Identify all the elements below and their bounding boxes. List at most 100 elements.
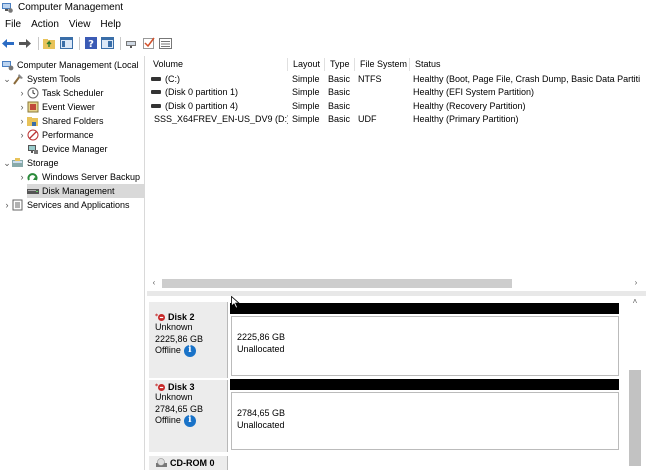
export-list-icon[interactable] — [158, 36, 173, 51]
tree-item-event-viewer[interactable]: › Event Viewer — [17, 100, 95, 114]
disk-label[interactable]: * Disk 2 Unknown 2225,86 GB Offline i — [149, 302, 228, 378]
partition-label: Unallocated — [237, 420, 285, 430]
window-title: Computer Management — [18, 2, 124, 13]
column-header-file-system[interactable]: File System — [355, 58, 410, 71]
scroll-up-arrow-icon[interactable]: ˄ — [628, 296, 642, 308]
menu-help[interactable]: Help — [95, 19, 126, 30]
shared-folder-icon — [27, 117, 38, 126]
tree-item-device-manager[interactable]: Device Manager — [27, 142, 108, 156]
chevron-right-icon[interactable]: › — [17, 130, 27, 140]
tree-item-task-scheduler[interactable]: › Task Scheduler — [17, 86, 104, 100]
disk-state: Offline i — [155, 415, 227, 427]
chevron-down-icon[interactable]: ⌄ — [2, 74, 12, 85]
chevron-right-icon[interactable]: › — [17, 116, 27, 126]
layout-cell: Simple — [292, 114, 320, 125]
table-row[interactable]: (C:) Simple Basic NTFS Healthy (Boot, Pa… — [148, 72, 645, 86]
tree-item-system-tools[interactable]: ⌄ System Tools — [2, 72, 80, 86]
up-folder-icon[interactable] — [42, 36, 57, 51]
help-icon[interactable]: ? — [83, 36, 98, 51]
tree-label: Computer Management (Local — [17, 60, 139, 70]
column-header-layout[interactable]: Layout — [288, 58, 325, 71]
table-row[interactable]: (Disk 0 partition 4) Simple Basic Health… — [148, 99, 645, 113]
column-header-status[interactable]: Status — [410, 58, 645, 71]
computer-management-icon — [2, 61, 14, 71]
storage-icon — [12, 158, 23, 167]
unallocated-partition[interactable]: 2784,65 GB Unallocated — [231, 392, 619, 450]
check-icon[interactable] — [141, 36, 156, 51]
svg-text:?: ? — [88, 39, 94, 49]
file-system-cell: UDF — [358, 114, 377, 125]
chevron-right-icon[interactable]: › — [17, 102, 27, 112]
drive-icon — [151, 90, 161, 95]
tree-label: Disk Management — [42, 186, 115, 196]
back-arrow-icon[interactable] — [1, 36, 16, 51]
menu-file[interactable]: File — [0, 19, 26, 30]
performance-icon — [27, 129, 39, 141]
tree-label: Services and Applications — [27, 200, 130, 210]
toolbar: ? — [0, 34, 646, 52]
tree-label: Event Viewer — [42, 102, 95, 112]
services-icon — [12, 199, 23, 211]
horizontal-scrollbar[interactable]: ‹ › — [148, 277, 642, 289]
disk-row-cdrom[interactable]: CD-ROM 0 — [149, 456, 228, 470]
volume-cell: (Disk 0 partition 4) — [148, 101, 288, 111]
backup-icon — [27, 173, 38, 181]
column-header-type[interactable]: Type — [325, 58, 355, 71]
chevron-right-icon[interactable]: › — [17, 172, 27, 182]
scrollbar-thumb[interactable] — [162, 279, 512, 288]
disk-capacity-bar — [230, 379, 619, 390]
menu-view[interactable]: View — [64, 19, 96, 30]
tree-item-performance[interactable]: › Performance — [17, 128, 94, 142]
type-cell: Basic — [328, 100, 351, 111]
tree-item-computer-management[interactable]: Computer Management (Local — [2, 58, 139, 72]
tree-item-windows-server-backup[interactable]: › Windows Server Backup — [17, 170, 141, 184]
status-cell: Healthy (Boot, Page File, Crash Dump, Ba… — [413, 73, 641, 84]
event-viewer-icon — [27, 101, 39, 113]
tree-label: System Tools — [27, 74, 81, 84]
disk-name-line: * Disk 2 — [155, 312, 195, 322]
properties-icon[interactable] — [100, 36, 115, 51]
disk-capacity-bar — [230, 303, 619, 314]
scroll-right-arrow-icon[interactable]: › — [630, 277, 642, 289]
cd-drive-icon — [156, 458, 167, 467]
tree-item-storage[interactable]: ⌄ Storage — [2, 156, 59, 170]
forward-arrow-icon[interactable] — [18, 36, 33, 51]
tree-item-shared-folders[interactable]: › Shared Folders — [17, 114, 104, 128]
partition-size: 2784,65 GB — [237, 408, 286, 418]
show-hide-tree-icon[interactable] — [59, 36, 74, 51]
tree-label: Shared Folders — [42, 116, 104, 126]
drive-icon — [151, 76, 161, 81]
status-cell: Healthy (Recovery Partition) — [413, 100, 526, 111]
disk-row-disk-2: * Disk 2 Unknown 2225,86 GB Offline i 22… — [147, 302, 627, 378]
tree-label: Device Manager — [42, 144, 108, 154]
tree-item-services-and-applications[interactable]: › Services and Applications — [2, 198, 130, 212]
scrollbar-thumb[interactable] — [629, 370, 641, 466]
menu-action[interactable]: Action — [26, 19, 64, 30]
tree-label: Windows Server Backup — [42, 172, 141, 182]
info-icon[interactable]: i — [183, 415, 196, 427]
chevron-right-icon[interactable]: › — [17, 88, 27, 98]
column-header-volume[interactable]: Volume — [148, 58, 288, 71]
vertical-scrollbar[interactable]: ˄ — [628, 296, 642, 470]
type-cell: Basic — [328, 114, 351, 125]
clock-icon — [27, 87, 39, 99]
disk-name-line: * Disk 3 — [155, 382, 195, 392]
disk-management-icon — [27, 189, 39, 194]
title-bar: Computer Management — [0, 0, 646, 15]
mouse-cursor-icon — [231, 296, 240, 309]
navigation-tree: Computer Management (Local ⌄ System Tool… — [0, 56, 145, 470]
toolbar-separator — [79, 36, 80, 50]
scroll-left-arrow-icon[interactable]: ‹ — [148, 277, 160, 289]
chevron-down-icon[interactable]: ⌄ — [2, 158, 12, 169]
connect-icon[interactable] — [124, 36, 139, 51]
table-row[interactable]: SSS_X64FREV_EN-US_DV9 (D:) Simple Basic … — [148, 113, 645, 127]
info-icon[interactable]: i — [183, 345, 196, 357]
type-cell: Basic — [328, 87, 351, 98]
disk-label[interactable]: * Disk 3 Unknown 2784,65 GB Offline i — [149, 380, 228, 452]
tree-item-disk-management[interactable]: Disk Management — [27, 184, 144, 198]
table-row[interactable]: (Disk 0 partition 1) Simple Basic Health… — [148, 86, 645, 100]
tree-label: Storage — [27, 158, 59, 168]
offline-disk-icon: * — [155, 313, 165, 321]
chevron-right-icon[interactable]: › — [2, 200, 12, 210]
unallocated-partition[interactable]: 2225,86 GB Unallocated — [231, 316, 619, 376]
